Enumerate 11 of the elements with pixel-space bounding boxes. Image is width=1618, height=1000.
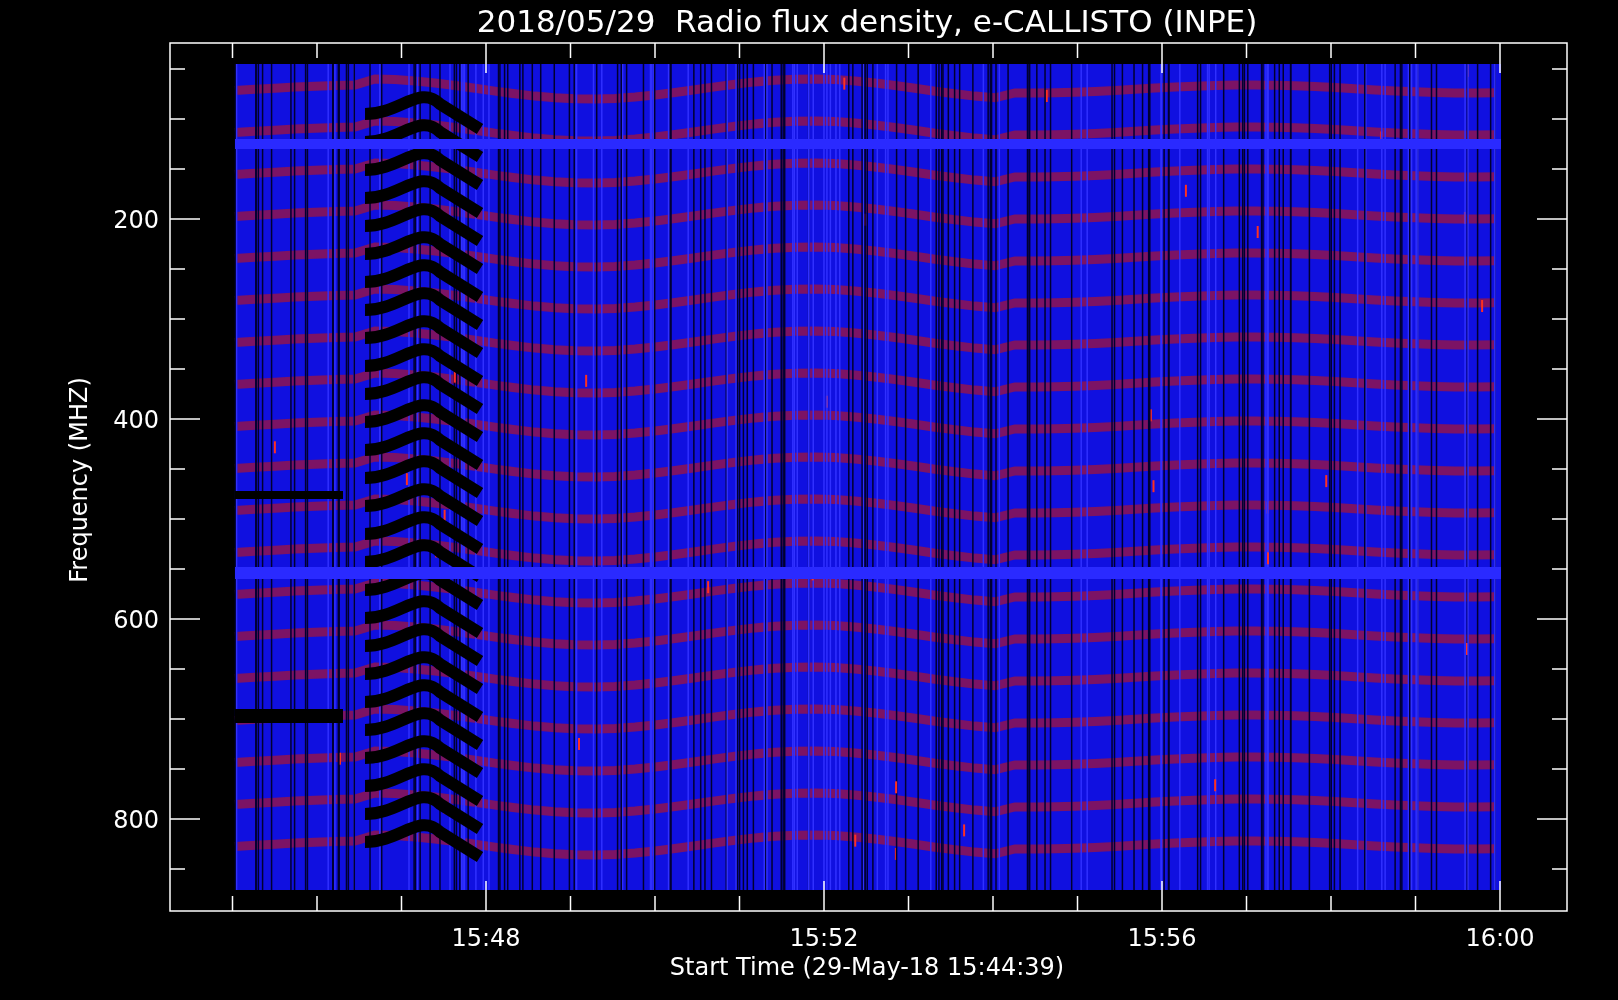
tick-label: 200 xyxy=(113,206,159,234)
tick-label: 800 xyxy=(113,806,159,834)
tick-label: 15:52 xyxy=(789,924,859,952)
tick-label: 15:56 xyxy=(1127,924,1197,952)
tick-label: 600 xyxy=(113,606,159,634)
axis-label: Start Time (29-May-18 15:44:39) xyxy=(669,953,1065,981)
axis-label: Frequency (MHZ) xyxy=(65,377,93,583)
tick-label: 16:00 xyxy=(1465,924,1535,952)
tick-label: 15:48 xyxy=(451,924,521,952)
tick-label: 400 xyxy=(113,406,159,434)
plot-title: 2018/05/29 Radio flux density, e-CALLISTO (INPE) xyxy=(476,3,1258,39)
